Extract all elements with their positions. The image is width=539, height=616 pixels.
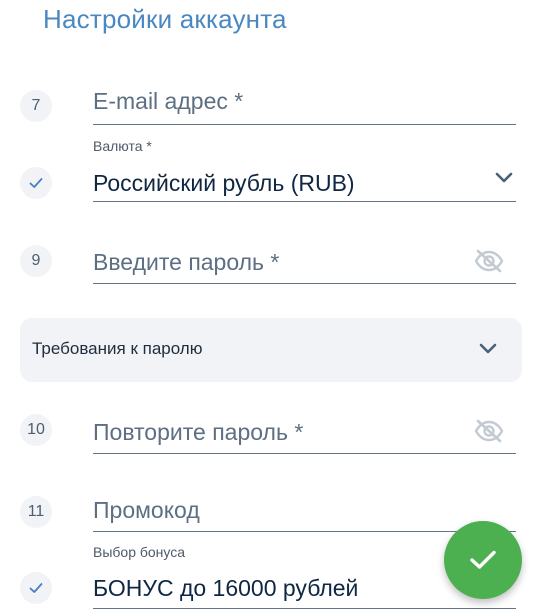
password-field[interactable]: Введите пароль * — [93, 243, 516, 284]
password-repeat-field[interactable]: Повторите пароль * — [93, 413, 516, 454]
currency-value: Российский рубль (RUB) — [93, 170, 355, 196]
eye-off-icon[interactable] — [474, 249, 504, 273]
step-check-currency — [20, 167, 52, 199]
page-title: Настройки аккаунта — [43, 4, 287, 34]
step-badge-password: 9 — [20, 245, 52, 277]
password-placeholder: Введите пароль * — [93, 249, 280, 275]
password-repeat-placeholder: Повторите пароль * — [93, 419, 304, 445]
currency-select[interactable]: Российский рубль (RUB) — [93, 163, 516, 202]
check-icon — [29, 583, 43, 593]
promo-placeholder: Промокод — [93, 497, 200, 523]
submit-fab-button[interactable] — [444, 521, 522, 599]
step-badge-promo: 11 — [20, 496, 52, 528]
password-requirements-panel[interactable]: Требования к паролю — [20, 318, 522, 382]
password-requirements-label: Требования к паролю — [32, 339, 203, 358]
check-icon — [29, 178, 43, 188]
eye-off-icon[interactable] — [474, 419, 504, 443]
chevron-down-icon — [495, 172, 513, 183]
step-badge-email: 7 — [20, 90, 52, 122]
email-placeholder: E-mail адрес * — [93, 88, 244, 114]
step-check-bonus — [20, 572, 52, 604]
bonus-label: Выбор бонуса — [93, 544, 186, 560]
step-badge-password-repeat: 10 — [20, 414, 52, 446]
email-field[interactable]: E-mail адрес * — [93, 86, 516, 125]
chevron-down-icon — [479, 343, 497, 354]
currency-label: Валюта * — [93, 138, 152, 154]
check-icon — [470, 550, 496, 569]
promo-field[interactable]: Промокод — [93, 493, 516, 532]
